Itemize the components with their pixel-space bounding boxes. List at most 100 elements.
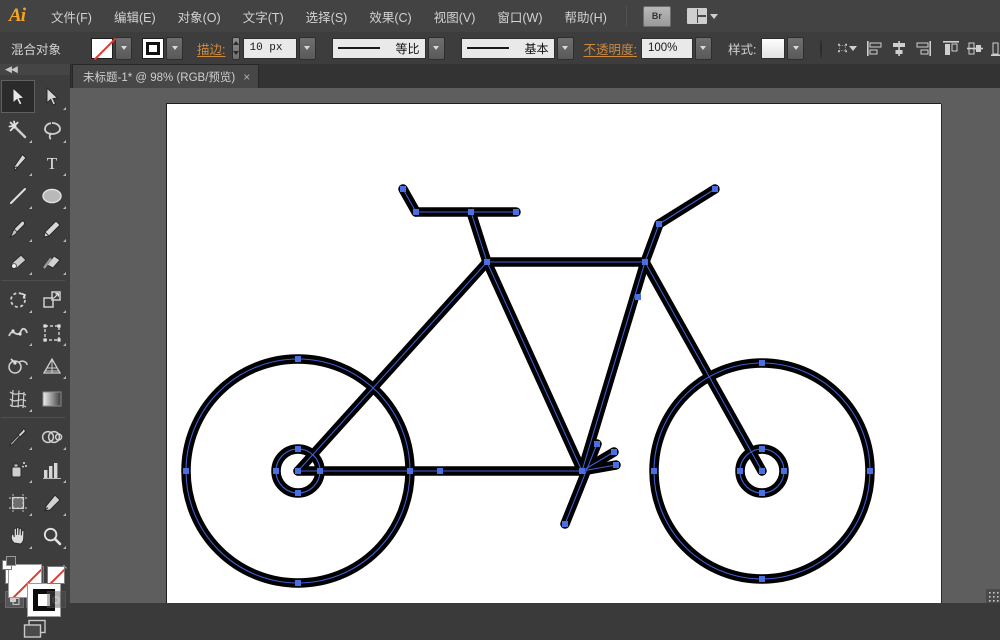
menu-help[interactable]: 帮助(H) [554,0,618,32]
app-logo: Ai [0,0,34,32]
appearance-sphere-icon[interactable] [820,39,822,58]
stroke-weight-combo[interactable]: 10 px [243,37,316,60]
width-profile-field[interactable]: 等比 [332,38,426,59]
document-tab-bar: 未标题-1* @ 98% (RGB/预览) × [0,64,1000,89]
canvas-area[interactable] [70,88,1000,603]
stroke-weight-dropdown-button[interactable] [299,37,316,60]
fill-dropdown-button[interactable] [115,37,132,60]
menu-select[interactable]: 选择(S) [295,0,359,32]
stroke-dropdown-button[interactable] [166,37,183,60]
svg-text:T: T [47,154,58,172]
menu-view[interactable]: 视图(V) [423,0,487,32]
tool-divider [1,280,65,281]
menu-file[interactable]: 文件(F) [40,0,103,32]
fill-color-control[interactable] [91,37,132,60]
brush-definition-field[interactable]: 基本 [461,38,555,59]
line-segment-tool[interactable] [1,179,35,212]
stroke-weight-label[interactable]: 描边: [197,39,225,58]
gradient-tool[interactable] [35,382,69,415]
draw-inside-button[interactable] [47,591,66,608]
resize-grip-icon[interactable] [987,590,999,602]
selection-type-label: 混合对象 [11,39,61,58]
shape-builder-tool[interactable] [1,349,35,382]
menu-window[interactable]: 窗口(W) [486,0,553,32]
blend-tool[interactable] [35,420,69,453]
eraser-tool[interactable] [35,245,69,278]
tool-grid: T [1,80,69,552]
illustrator-window: Ai 文件(F) 编辑(E) 对象(O) 文字(T) 选择(S) 效果(C) 视… [0,0,1000,603]
align-top-button[interactable] [943,39,959,57]
graphic-style-dropdown-button[interactable] [787,37,804,60]
tool-divider [1,417,65,418]
menu-edit[interactable]: 编辑(E) [103,0,167,32]
opacity-combo[interactable]: 100% [641,37,712,60]
rotate-tool[interactable] [1,283,35,316]
profile-line-icon [338,47,380,49]
eyedropper-tool[interactable] [1,420,35,453]
stroke-color-control[interactable] [142,37,183,60]
opacity-label[interactable]: 不透明度: [584,39,637,58]
width-profile-dropdown-button[interactable] [428,37,445,60]
align-right-button[interactable] [915,39,931,57]
stroke-weight-value[interactable]: 10 px [243,38,297,59]
artboard-tool[interactable] [1,486,35,519]
blob-brush-tool[interactable] [1,245,35,278]
slice-tool[interactable] [35,486,69,519]
paintbrush-tool[interactable] [1,212,35,245]
align-vertical-center-button[interactable] [967,39,983,57]
close-icon[interactable]: × [243,71,250,83]
chevron-down-icon [562,46,568,50]
align-left-button[interactable] [867,39,883,57]
menu-divider [626,6,627,26]
free-transform-tool[interactable] [35,316,69,349]
width-profile-value: 等比 [395,40,419,57]
align-horizontal-center-button[interactable] [891,39,907,57]
hand-tool[interactable] [1,519,35,552]
fill-swatch[interactable] [91,38,113,59]
stroke-weight-stepper[interactable] [232,37,240,60]
direct-selection-tool[interactable] [35,80,69,113]
align-to-selection-button[interactable] [838,39,857,57]
ellipse-tool[interactable] [35,179,69,212]
menu-effect[interactable]: 效果(C) [358,0,422,32]
pencil-tool[interactable] [35,212,69,245]
opacity-value[interactable]: 100% [641,38,693,59]
scale-tool[interactable] [35,283,69,316]
tools-panel-header[interactable]: ◀◀ [0,64,70,75]
menu-object[interactable]: 对象(O) [167,0,232,32]
graphic-style-combo[interactable] [761,37,804,60]
lasso-tool[interactable] [35,113,69,146]
type-tool[interactable]: T [35,146,69,179]
control-bar: 混合对象 描边: 10 px 等比 [0,32,1000,65]
brush-definition-combo[interactable]: 基本 [461,37,574,60]
bicycle-artwork[interactable] [167,104,941,603]
menu-bar: Ai 文件(F) 编辑(E) 对象(O) 文字(T) 选择(S) 效果(C) 视… [0,0,1000,33]
width-tool[interactable] [1,316,35,349]
magic-wand-tool[interactable] [1,113,35,146]
chevron-down-icon [304,46,310,50]
artboard[interactable] [166,103,941,603]
mesh-tool[interactable] [1,382,35,415]
zoom-tool[interactable] [35,519,69,552]
arrange-documents-button[interactable] [687,8,718,24]
pen-tool[interactable] [1,146,35,179]
graphic-style-swatch[interactable] [761,38,785,59]
selection-tool[interactable] [1,80,35,113]
menu-items: 文件(F) 编辑(E) 对象(O) 文字(T) 选择(S) 效果(C) 视图(V… [40,0,618,32]
column-graph-tool[interactable] [35,453,69,486]
perspective-grid-tool[interactable] [35,349,69,382]
bridge-button[interactable]: Br [643,6,671,27]
symbol-sprayer-tool[interactable] [1,453,35,486]
chevron-down-icon [121,46,127,50]
document-tab[interactable]: 未标题-1* @ 98% (RGB/预览) × [72,64,259,88]
brush-definition-dropdown-button[interactable] [557,37,574,60]
align-bottom-button[interactable] [991,39,1000,57]
stroke-swatch[interactable] [142,38,164,59]
menu-type[interactable]: 文字(T) [232,0,295,32]
screen-mode-button[interactable] [22,618,48,640]
chevron-down-icon [700,46,706,50]
none-button[interactable] [47,566,65,584]
width-profile-combo[interactable]: 等比 [332,37,445,60]
collapse-panel-icon[interactable]: ◀◀ [5,64,17,75]
opacity-dropdown-button[interactable] [695,37,712,60]
